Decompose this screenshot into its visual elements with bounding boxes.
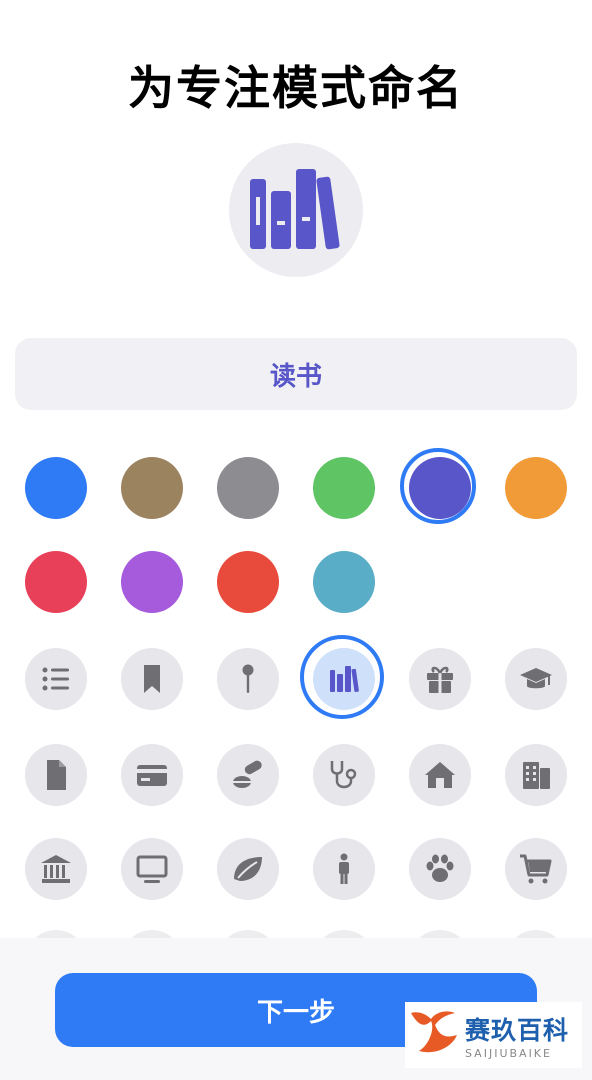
icon-option-leaf[interactable]: [217, 838, 279, 900]
icon-option-stethoscope[interactable]: [313, 744, 375, 806]
color-swatch-green[interactable]: [313, 457, 375, 519]
color-swatch-pink[interactable]: [25, 551, 87, 613]
icon-option-list[interactable]: [25, 648, 87, 710]
gift-icon: [427, 666, 453, 693]
color-swatch-red[interactable]: [217, 551, 279, 613]
color-swatch-blue[interactable]: [25, 457, 87, 519]
icon-option-monitor[interactable]: [121, 838, 183, 900]
color-swatch-indigo[interactable]: [400, 448, 476, 524]
icon-option-person[interactable]: [313, 838, 375, 900]
color-swatch-teal[interactable]: [313, 551, 375, 613]
icon-option-card[interactable]: [121, 744, 183, 806]
building-icon: [523, 762, 550, 789]
bookmark-icon: [144, 665, 160, 693]
icon-option-cart[interactable]: [505, 838, 567, 900]
books-icon: [330, 666, 359, 693]
focus-icon-preview: [229, 143, 363, 277]
house-icon: [425, 762, 455, 788]
books-icon: [250, 169, 340, 250]
icon-option-pills[interactable]: [217, 744, 279, 806]
leaf-icon: [234, 857, 262, 881]
watermark-title: 赛玖百科: [465, 1015, 570, 1045]
whale-logo-icon: [411, 1011, 457, 1053]
icon-option-graduation[interactable]: [505, 648, 567, 710]
list-icon: [42, 667, 69, 691]
icon-option-building[interactable]: [505, 744, 567, 806]
watermark-subtitle: SAIJIUBAIKE: [465, 1046, 552, 1060]
graduation-cap-icon: [520, 668, 552, 689]
bank-icon: [41, 855, 71, 883]
icon-option-bank[interactable]: [25, 838, 87, 900]
icon-option-pin[interactable]: [217, 648, 279, 710]
focus-name-value: 读书: [269, 361, 322, 392]
color-swatch-gray[interactable]: [217, 457, 279, 519]
person-icon: [339, 853, 349, 884]
monitor-icon: [136, 855, 168, 883]
icon-option-paw[interactable]: [409, 838, 471, 900]
icon-option-books[interactable]: [300, 635, 384, 719]
pin-icon: [242, 664, 254, 693]
focus-name-input[interactable]: 读书: [15, 338, 577, 410]
stethoscope-icon: [330, 761, 357, 789]
icon-option-bookmark[interactable]: [121, 648, 183, 710]
page-title: 为专注模式命名: [128, 61, 464, 115]
icon-option-house[interactable]: [409, 744, 471, 806]
icon-option-gift[interactable]: [409, 648, 471, 710]
credit-card-icon: [137, 765, 167, 786]
icon-option-document[interactable]: [25, 744, 87, 806]
pills-icon: [233, 760, 262, 788]
color-swatch-purple[interactable]: [121, 551, 183, 613]
document-icon: [47, 760, 66, 790]
paw-icon: [426, 854, 454, 882]
cart-icon: [520, 854, 552, 884]
color-swatch-orange[interactable]: [505, 457, 567, 519]
watermark: 赛玖百科 SAIJIUBAIKE: [405, 1002, 582, 1068]
color-swatch-brown[interactable]: [121, 457, 183, 519]
